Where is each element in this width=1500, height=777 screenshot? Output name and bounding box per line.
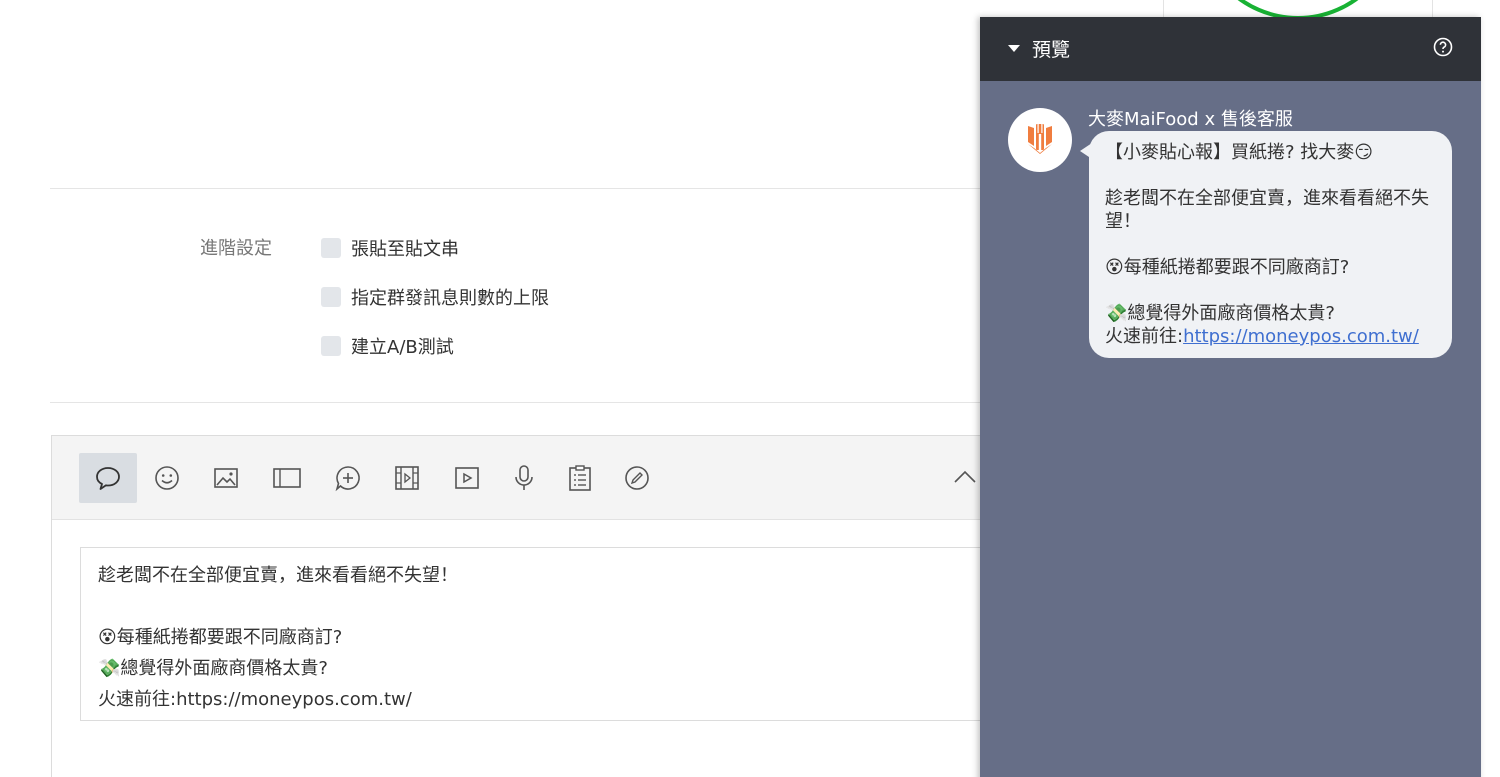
- option-message-limit[interactable]: 指定群發訊息則數的上限: [321, 284, 549, 310]
- editor-line-2: 每種紙捲都要跟不同廠商訂?: [116, 627, 343, 648]
- video-message-tool[interactable]: [378, 453, 436, 503]
- bubble-line-5-prefix: 火速前往:: [1105, 326, 1184, 347]
- editor-line-4: 火速前往:https://moneypos.com.tw/: [98, 689, 412, 710]
- rich-message-tool[interactable]: [319, 453, 377, 503]
- checkbox[interactable]: [321, 287, 341, 307]
- option-post-to-timeline[interactable]: 張貼至貼文串: [321, 235, 459, 261]
- sticker-tool[interactable]: [138, 453, 196, 503]
- option-label: 張貼至貼文串: [351, 239, 459, 260]
- speech-bubble-icon: [96, 467, 120, 490]
- bubble-line-4: 總覺得外面廠商價格太貴?: [1127, 303, 1335, 324]
- checkbox[interactable]: [321, 238, 341, 258]
- brand-logo-icon: [1028, 124, 1052, 154]
- film-icon: [395, 466, 419, 490]
- message-editor: 趁老闆不在全部便宜賣，進來看看絕不失望！ 😵每種紙捲都要跟不同廠商訂? 💸總覺得…: [51, 435, 1011, 777]
- advanced-settings-label: 進階設定: [200, 238, 272, 259]
- microphone-icon: [515, 465, 533, 490]
- preview-toggle[interactable]: 預覽: [1008, 35, 1070, 62]
- add-bubble-icon: [335, 466, 360, 492]
- editor-toolbar: [52, 436, 1010, 520]
- clipboard-icon: [569, 465, 591, 491]
- chevron-up-icon[interactable]: [950, 462, 980, 492]
- dizzy-face-emoji: 😵: [98, 627, 117, 648]
- money-wings-emoji: 💸: [98, 658, 121, 679]
- smirk-emoji: 😏: [1354, 142, 1374, 163]
- video-tool[interactable]: [438, 453, 496, 503]
- avatar: [1008, 108, 1072, 172]
- caret-down-icon: [1008, 45, 1020, 52]
- divider-top: [50, 188, 980, 189]
- edit-bubble-icon: [625, 466, 649, 490]
- image-tool[interactable]: [197, 453, 255, 503]
- sender-name: 大麥MaiFood x 售後客服: [1088, 109, 1293, 130]
- option-label: 建立A/B測試: [351, 337, 454, 358]
- smiley-icon: [155, 466, 179, 490]
- text-message-tool[interactable]: [79, 453, 137, 503]
- dizzy-face-emoji: 😵: [1105, 257, 1124, 278]
- bubble-line-1: 【小麥貼心報】買紙捲? 找大麥: [1105, 142, 1355, 163]
- divider-bottom: [50, 402, 980, 403]
- coupon-tool[interactable]: [608, 453, 666, 503]
- image-icon: [214, 468, 238, 488]
- survey-tool[interactable]: [551, 453, 609, 503]
- help-icon[interactable]: [1433, 37, 1453, 57]
- option-label: 指定群發訊息則數的上限: [351, 288, 549, 309]
- play-icon: [455, 467, 479, 489]
- moneypos-link[interactable]: https://moneypos.com.tw/: [1183, 326, 1419, 347]
- message-bubble: 【小麥貼心報】買紙捲? 找大麥😏 趁老闆不在全部便宜賣，進來看看絕不失望！ 😵每…: [1089, 131, 1452, 358]
- preview-header[interactable]: 預覽: [980, 17, 1481, 81]
- bubble-line-2: 趁老闆不在全部便宜賣，進來看看絕不失望！: [1105, 188, 1429, 232]
- message-text-area[interactable]: 趁老闆不在全部便宜賣，進來看看絕不失望！ 😵每種紙捲都要跟不同廠商訂? 💸總覺得…: [80, 547, 1010, 721]
- preview-title: 預覽: [1032, 39, 1071, 61]
- bubble-line-3: 每種紙捲都要跟不同廠商訂?: [1123, 257, 1350, 278]
- voice-tool[interactable]: [495, 453, 553, 503]
- editor-line-3: 總覺得外面廠商價格太貴?: [120, 658, 328, 679]
- option-ab-test[interactable]: 建立A/B測試: [321, 333, 454, 359]
- page: 進階設定 張貼至貼文串 指定群發訊息則數的上限 建立A/B測試 趁老闆不在全部便…: [0, 0, 1500, 777]
- checkbox[interactable]: [321, 336, 341, 356]
- money-wings-emoji: 💸: [1105, 303, 1128, 324]
- card-tool[interactable]: [258, 453, 316, 503]
- card-icon: [273, 468, 301, 488]
- editor-line-1: 趁老闆不在全部便宜賣，進來看看絕不失望！: [98, 565, 458, 586]
- preview-panel: 預覽 大麥MaiFood x 售後客服 【小麥貼心報】買紙捲? 找大麥😏 趁老闆…: [980, 17, 1481, 777]
